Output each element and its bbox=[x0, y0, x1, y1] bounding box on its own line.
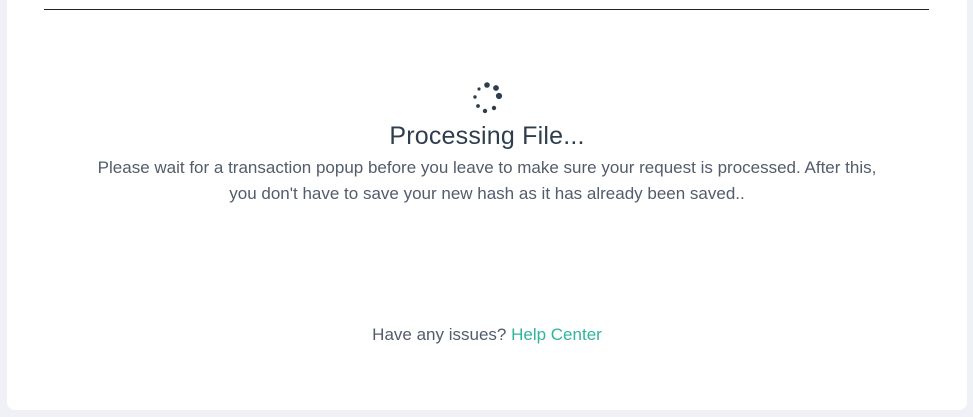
loading-spinner-icon bbox=[473, 82, 503, 114]
help-question: Have any issues? bbox=[372, 325, 507, 344]
help-center-link[interactable]: Help Center bbox=[511, 325, 602, 344]
processing-card: Processing File... Please wait for a tra… bbox=[7, 0, 967, 410]
help-footer: Have any issues? Help Center bbox=[7, 325, 967, 345]
top-divider bbox=[44, 9, 929, 10]
processing-title: Processing File... bbox=[389, 122, 585, 150]
processing-message: Please wait for a transaction popup befo… bbox=[97, 158, 877, 203]
